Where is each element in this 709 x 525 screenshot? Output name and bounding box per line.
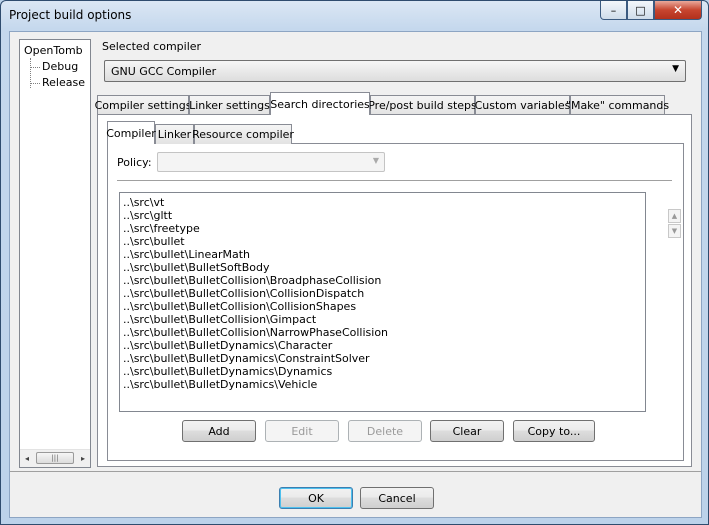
window-title: Project build options [9, 8, 132, 22]
subtab-label: Compiler [106, 126, 156, 140]
add-button[interactable]: Add [182, 420, 256, 442]
tree-horizontal-scrollbar[interactable]: ◂ ||| ▸ [20, 449, 90, 467]
divider [117, 180, 672, 181]
minimize-icon: – [610, 3, 617, 17]
minimize-button[interactable]: – [600, 1, 627, 20]
subtab-resource-compiler[interactable]: Resource compiler [192, 124, 294, 144]
list-item[interactable]: ..\src\bullet\BulletDynamics\Dynamics [123, 365, 332, 378]
policy-label: Policy: [117, 156, 152, 169]
chevron-down-icon: ▼ [672, 64, 679, 74]
close-icon: ✕ [672, 3, 684, 17]
list-item[interactable]: ..\src\bullet\BulletCollision\NarrowPhas… [123, 326, 388, 339]
tab-make-commands[interactable]: "Make" commands [566, 95, 669, 115]
tree-item-opentomb[interactable]: OpenTomb [24, 44, 83, 57]
ok-button[interactable]: OK [279, 487, 353, 509]
subtab-label: Resource compiler [192, 128, 294, 141]
list-item[interactable]: ..\src\bullet [123, 235, 185, 248]
selected-compiler-dropdown[interactable]: GNU GCC Compiler ▼ [104, 60, 686, 82]
arrow-down-icon: ▼ [671, 227, 678, 235]
maximize-button[interactable]: □ [627, 1, 654, 20]
directories-listbox[interactable]: ..\src\vt ..\src\gltt ..\src\freetype ..\sr… [119, 192, 646, 412]
copy-to-button[interactable]: Copy to... [513, 420, 595, 442]
list-item[interactable]: ..\src\bullet\BulletCollision\CollisionS… [123, 300, 356, 313]
scroll-thumb[interactable]: ||| [36, 452, 74, 464]
tab-label: Custom variables [474, 99, 571, 112]
tab-linker-settings[interactable]: Linker settings [189, 95, 270, 115]
list-item[interactable]: ..\src\bullet\BulletCollision\Broadphase… [123, 274, 381, 287]
tab-custom-variables[interactable]: Custom variables [475, 95, 570, 115]
compiler-directories-subpanel: Policy: ▼ ..\src\vt ..\src\gltt ..\src\fre… [107, 143, 684, 461]
tab-label: Pre/post build steps [368, 99, 477, 112]
clear-button[interactable]: Clear [430, 420, 504, 442]
build-target-tree[interactable]: OpenTomb Debug Release ◂ ||| ▸ [19, 39, 91, 468]
list-item[interactable]: ..\src\bullet\BulletCollision\Gimpact [123, 313, 316, 326]
tab-label: Search directories [270, 97, 370, 111]
scroll-left-icon[interactable]: ◂ [21, 452, 33, 464]
close-button[interactable]: ✕ [654, 1, 702, 20]
tab-label: Linker settings [189, 99, 270, 112]
selected-compiler-value: GNU GCC Compiler [111, 65, 217, 78]
chevron-down-icon: ▼ [372, 156, 379, 165]
maximize-icon: □ [635, 3, 646, 17]
subtab-label: Linker [157, 128, 192, 141]
cancel-button[interactable]: Cancel [360, 487, 434, 509]
list-item[interactable]: ..\src\vt [123, 196, 164, 209]
edit-button[interactable]: Edit [265, 420, 339, 442]
search-directories-panel: Compiler Linker Resource compiler Policy… [97, 114, 692, 467]
tab-compiler-settings[interactable]: Compiler settings [94, 95, 192, 115]
policy-dropdown[interactable]: ▼ [157, 152, 385, 172]
tab-pre-post-build-steps[interactable]: Pre/post build steps [368, 95, 477, 115]
list-item[interactable]: ..\src\bullet\LinearMath [123, 248, 250, 261]
list-item[interactable]: ..\src\bullet\BulletCollision\CollisionD… [123, 287, 364, 300]
subtab-compiler[interactable]: Compiler [106, 121, 156, 144]
tree-item-release[interactable]: Release [42, 76, 85, 89]
tab-search-directories[interactable]: Search directories [270, 92, 370, 115]
divider [10, 471, 701, 472]
list-item[interactable]: ..\src\freetype [123, 222, 200, 235]
tab-label: "Make" commands [565, 99, 670, 112]
tree-connector [30, 83, 40, 84]
list-item[interactable]: ..\src\bullet\BulletDynamics\ConstraintS… [123, 352, 370, 365]
arrow-up-icon: ▲ [671, 212, 678, 220]
selected-compiler-label: Selected compiler [102, 40, 202, 53]
tree-connector [30, 67, 40, 68]
delete-button[interactable]: Delete [348, 420, 422, 442]
move-up-button[interactable]: ▲ [668, 209, 681, 223]
list-item[interactable]: ..\src\bullet\BulletDynamics\Character [123, 339, 332, 352]
subtab-linker[interactable]: Linker [155, 124, 194, 144]
tab-label: Compiler settings [94, 99, 192, 112]
move-down-button[interactable]: ▼ [668, 224, 681, 238]
list-item[interactable]: ..\src\bullet\BulletDynamics\Vehicle [123, 378, 317, 391]
tree-item-debug[interactable]: Debug [42, 60, 78, 73]
project-build-options-window: Project build options – □ ✕ OpenTomb Deb… [0, 0, 709, 525]
dialog-client-area: OpenTomb Debug Release ◂ ||| ▸ Selected … [9, 31, 702, 518]
list-item[interactable]: ..\src\gltt [123, 209, 172, 222]
list-item[interactable]: ..\src\bullet\BulletSoftBody [123, 261, 270, 274]
scroll-right-icon[interactable]: ▸ [77, 452, 89, 464]
